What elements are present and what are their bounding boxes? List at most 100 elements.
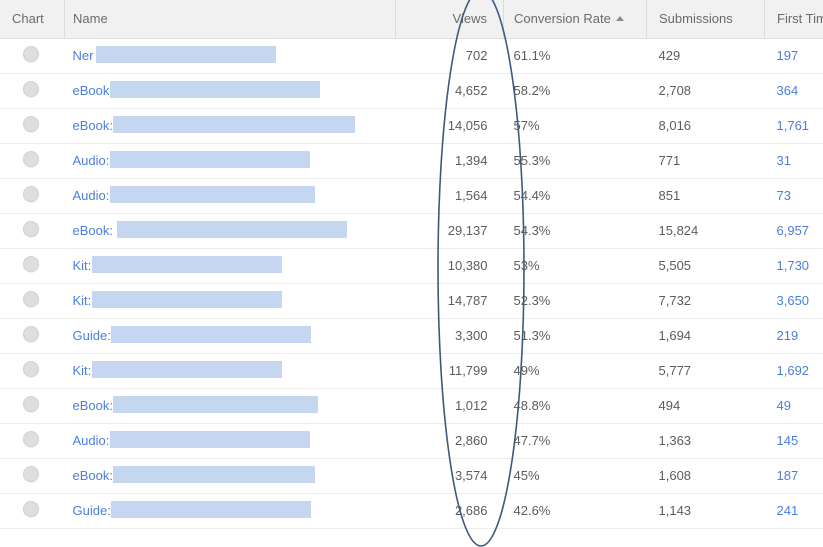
first-time-submissions-link[interactable]: 1,730 <box>777 258 810 273</box>
asset-name-link[interactable]: eBook: <box>73 223 117 238</box>
column-header-conversion-rate-label: Conversion Rate <box>514 11 611 27</box>
first-time-submissions-link[interactable]: 31 <box>777 153 791 168</box>
chart-select-cell <box>0 248 65 284</box>
first-time-submissions-cell: 219 <box>764 318 823 354</box>
sort-ascending-arrow-icon <box>615 16 624 22</box>
table-row: eBook: e 29,137 54.3% 15,824 6,957 <box>0 213 823 249</box>
asset-name-wrapper: Guide: <box>73 501 311 518</box>
asset-name-link[interactable]: N <box>73 48 82 63</box>
table-row: Kit: 11,799 49% 5,777 1,692 <box>0 353 823 389</box>
views-cell: 1,012 <box>395 388 504 424</box>
chart-select-bubble-icon[interactable] <box>23 291 39 307</box>
column-header-conversion-rate[interactable]: Conversion Rate <box>503 0 647 39</box>
chart-select-bubble-icon[interactable] <box>23 256 39 272</box>
chart-select-cell <box>0 318 65 354</box>
chart-select-bubble-icon[interactable] <box>23 46 39 62</box>
first-time-submissions-link[interactable]: 49 <box>777 398 791 413</box>
submissions-cell: 494 <box>646 388 765 424</box>
asset-name-wrapper: Audio:e <box>73 151 310 168</box>
column-header-name[interactable]: Name <box>64 0 396 39</box>
submissions-cell: 771 <box>646 143 765 179</box>
conversion-rate-cell: 47.7% <box>503 423 647 459</box>
first-time-submissions-link[interactable]: 145 <box>777 433 799 448</box>
chart-select-bubble-icon[interactable] <box>23 361 39 377</box>
asset-name-link[interactable]: Kit: <box>73 363 92 378</box>
table-row: eBook:d 14,056 57% 8,016 1,761 <box>0 108 823 144</box>
name-cell: Audio:e <box>64 143 396 179</box>
name-cell: eBook <box>64 73 396 109</box>
table-row: Audio: 2,860 47.7% 1,363 145 <box>0 423 823 459</box>
chart-select-bubble-icon[interactable] <box>23 396 39 412</box>
redaction-bar <box>91 361 282 378</box>
chart-select-bubble-icon[interactable] <box>23 81 39 97</box>
chart-select-cell <box>0 143 65 179</box>
submissions-cell: 8,016 <box>646 108 765 144</box>
first-time-submissions-cell: 1,692 <box>764 353 823 389</box>
asset-name-link[interactable]: Kit: <box>73 258 92 273</box>
chart-select-bubble-icon[interactable] <box>23 186 39 202</box>
first-time-submissions-cell: 241 <box>764 493 823 529</box>
chart-select-cell <box>0 353 65 389</box>
first-time-submissions-link[interactable]: 3,650 <box>777 293 810 308</box>
asset-name-link[interactable]: eBook: <box>73 468 113 483</box>
views-cell: 14,056 <box>395 108 504 144</box>
first-time-submissions-link[interactable]: 1,692 <box>777 363 810 378</box>
first-time-submissions-link[interactable]: 1,761 <box>777 118 810 133</box>
asset-name-wrapper: Kit: <box>73 361 282 378</box>
submissions-cell: 15,824 <box>646 213 765 249</box>
name-cell: Audio: <box>64 423 396 459</box>
conversion-rate-cell: 57% <box>503 108 647 144</box>
first-time-submissions-cell: 197 <box>764 38 823 74</box>
name-cell: eBook: <box>64 388 396 424</box>
first-time-submissions-link[interactable]: 364 <box>777 83 799 98</box>
asset-name-link[interactable]: Guide: <box>73 328 111 343</box>
asset-name-link[interactable]: Guide: <box>73 503 111 518</box>
chart-select-bubble-icon[interactable] <box>23 431 39 447</box>
chart-select-bubble-icon[interactable] <box>23 501 39 517</box>
asset-name-wrapper: Audio: <box>73 431 310 448</box>
submissions-cell: 5,505 <box>646 248 765 284</box>
asset-name-link[interactable]: Kit: <box>73 293 92 308</box>
asset-name-visible-suffix: e <box>109 153 117 168</box>
name-cell: Kit: <box>64 353 396 389</box>
name-cell: Audio:es <box>64 178 396 214</box>
asset-name-link[interactable]: eBook: <box>73 118 113 133</box>
conversion-rate-cell: 45% <box>503 458 647 494</box>
asset-name-link[interactable]: eBook <box>73 83 110 98</box>
chart-select-cell <box>0 213 65 249</box>
chart-select-bubble-icon[interactable] <box>23 466 39 482</box>
chart-select-bubble-icon[interactable] <box>23 116 39 132</box>
first-time-submissions-link[interactable]: 219 <box>777 328 799 343</box>
first-time-submissions-cell: 73 <box>764 178 823 214</box>
conversion-rate-cell: 54.4% <box>503 178 647 214</box>
chart-select-bubble-icon[interactable] <box>23 326 39 342</box>
conversion-rate-cell: 53% <box>503 248 647 284</box>
asset-name-link[interactable]: Audio: <box>73 188 110 203</box>
views-cell: 11,799 <box>395 353 504 389</box>
first-time-submissions-link[interactable]: 241 <box>777 503 799 518</box>
submissions-cell: 2,708 <box>646 73 765 109</box>
asset-name-link[interactable]: eBook: <box>73 398 113 413</box>
first-time-submissions-link[interactable]: 73 <box>777 188 791 203</box>
column-header-chart[interactable]: Chart <box>0 0 65 39</box>
name-cell: eBook: <box>64 458 396 494</box>
column-header-views[interactable]: Views <box>395 0 504 39</box>
first-time-submissions-link[interactable]: 6,957 <box>777 223 810 238</box>
table-body: Ner 702 61.1% 429 197 eBook 4,652 58.2% 2,708 364… <box>0 38 823 529</box>
column-header-submissions[interactable]: Submissions <box>646 0 765 39</box>
chart-select-bubble-icon[interactable] <box>23 151 39 167</box>
first-time-submissions-link[interactable]: 197 <box>777 48 799 63</box>
views-cell: 29,137 <box>395 213 504 249</box>
redaction-bar <box>109 431 310 448</box>
conversion-rate-report-table: Chart Name Views Conversion Rate Submiss… <box>0 0 823 529</box>
asset-name-link[interactable]: Audio: <box>73 433 110 448</box>
name-cell: Kit: <box>64 248 396 284</box>
asset-name-link[interactable]: Audio: <box>73 153 110 168</box>
chart-select-cell <box>0 73 65 109</box>
asset-name-wrapper: eBook: <box>73 466 315 483</box>
first-time-submissions-link[interactable]: 187 <box>777 468 799 483</box>
column-header-first-time-submissions[interactable]: First Time Submissions <box>764 0 823 39</box>
chart-select-bubble-icon[interactable] <box>23 221 39 237</box>
views-cell: 3,574 <box>395 458 504 494</box>
table-row: Guide: 2,686 42.6% 1,143 241 <box>0 493 823 529</box>
